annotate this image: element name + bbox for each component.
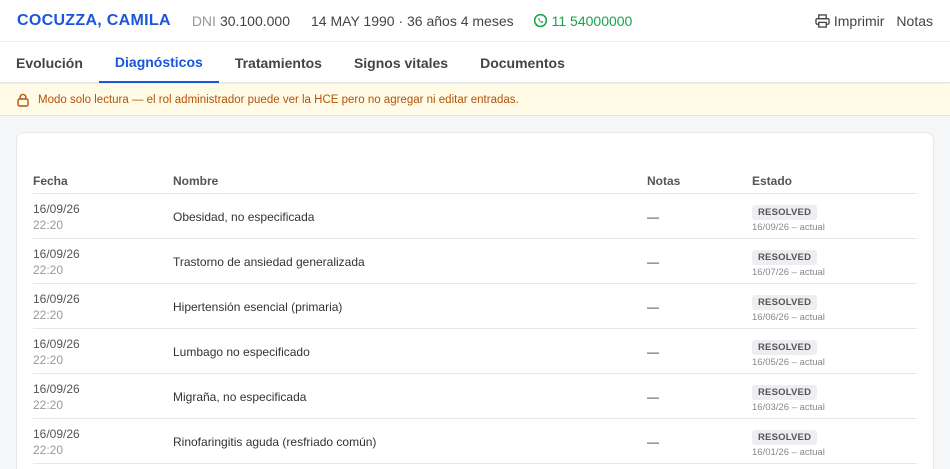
tab-documentos[interactable]: Documentos bbox=[464, 42, 581, 83]
row-diagnosis-name: Lumbago no especificado bbox=[173, 345, 310, 359]
table-row[interactable]: 16/09/26 22:20 Lumbago no especificado — RES… bbox=[33, 329, 917, 374]
tab-tratamientos[interactable]: Tratamientos bbox=[219, 42, 338, 83]
read-only-banner: Modo solo lectura — el rol administrador… bbox=[0, 84, 950, 116]
row-date: 16/09/26 22:20 bbox=[33, 201, 80, 233]
status-date-range: 16/07/26 – actual bbox=[752, 267, 825, 278]
status-date-range: 16/03/26 – actual bbox=[752, 402, 825, 413]
row-diagnosis-name: Rinofaringitis aguda (resfriado común) bbox=[173, 435, 377, 449]
row-notes: — bbox=[647, 435, 659, 449]
row-notes: — bbox=[647, 345, 659, 359]
dni-value: 30.100.000 bbox=[219, 12, 291, 29]
row-date-time: 22:20 bbox=[33, 308, 64, 322]
dni-label: DNI bbox=[191, 12, 216, 29]
row-date-time: 22:20 bbox=[33, 443, 64, 457]
column-header-nombre: Nombre bbox=[173, 174, 219, 188]
row-notes: — bbox=[647, 300, 659, 314]
status-badge: RESOLVED bbox=[752, 205, 818, 220]
diagnoses-card: Fecha Nombre Notas Estado 16/09/26 22:20 O… bbox=[16, 132, 934, 469]
column-header-estado: Estado bbox=[752, 174, 793, 188]
row-status: RESOLVED 16/01/26 – actual bbox=[752, 427, 825, 458]
print-label: Imprimir bbox=[833, 12, 885, 29]
row-date: 16/09/26 22:20 bbox=[33, 291, 80, 323]
row-date: 16/09/26 22:20 bbox=[33, 336, 80, 368]
row-date-time: 22:20 bbox=[33, 218, 64, 232]
table-row[interactable]: 16/09/26 22:20 Trastorno de ansiedad gener… bbox=[33, 239, 917, 284]
table-row[interactable]: 16/09/26 22:20 Obesidad, no especificada — R… bbox=[33, 194, 917, 239]
printer-icon bbox=[815, 13, 830, 28]
row-date-day: 16/09/26 bbox=[33, 382, 80, 396]
tab-diagnosticos[interactable]: Diagnósticos bbox=[98, 42, 219, 83]
status-badge: RESOLVED bbox=[752, 250, 818, 265]
row-date-time: 22:20 bbox=[33, 398, 64, 412]
status-date-range: 16/09/26 – actual bbox=[752, 222, 825, 233]
row-date: 16/09/26 22:20 bbox=[33, 246, 80, 278]
lock-icon bbox=[17, 93, 29, 107]
row-diagnosis-name: Migraña, no especificada bbox=[173, 390, 307, 404]
row-date-day: 16/09/26 bbox=[33, 427, 80, 441]
row-date: 16/09/26 22:20 bbox=[33, 426, 80, 458]
whatsapp-icon bbox=[533, 13, 547, 28]
table-row[interactable]: 16/09/26 22:20 Hipertensión esencial (prim… bbox=[33, 284, 917, 329]
row-notes: — bbox=[647, 210, 659, 224]
status-date-range: 16/01/26 – actual bbox=[752, 447, 825, 458]
row-date-time: 22:20 bbox=[33, 353, 64, 367]
tab-signos-vitales[interactable]: Signos vitales bbox=[338, 42, 464, 83]
status-badge: RESOLVED bbox=[752, 295, 818, 310]
status-badge: RESOLVED bbox=[752, 340, 818, 355]
row-status: RESOLVED 16/05/26 – actual bbox=[752, 337, 825, 368]
phone-number: 11 54000000 bbox=[551, 12, 633, 29]
status-date-range: 16/06/26 – actual bbox=[752, 312, 825, 323]
row-diagnosis-name: Trastorno de ansiedad generalizada bbox=[173, 255, 365, 269]
column-header-fecha: Fecha bbox=[33, 174, 68, 188]
patient-header: COCUZZA, CAMILA DNI 30.100.000 14 MAY 19… bbox=[0, 0, 950, 41]
status-badge: RESOLVED bbox=[752, 430, 818, 445]
tab-bar: Evolución Diagnósticos Tratamientos Sign… bbox=[0, 41, 950, 83]
notes-button[interactable]: Notas bbox=[896, 13, 933, 29]
row-date-day: 16/09/26 bbox=[33, 292, 80, 306]
row-date-day: 16/09/26 bbox=[33, 337, 80, 351]
column-header-notas: Notas bbox=[647, 174, 681, 188]
row-date-day: 16/09/26 bbox=[33, 247, 80, 261]
row-status: RESOLVED 16/06/26 – actual bbox=[752, 292, 825, 323]
row-diagnosis-name: Obesidad, no especificada bbox=[173, 210, 315, 224]
row-status: RESOLVED 16/09/26 – actual bbox=[752, 202, 825, 233]
row-date: 16/09/26 22:20 bbox=[33, 381, 80, 413]
print-button[interactable]: Imprimir bbox=[815, 12, 885, 29]
row-status: RESOLVED 16/03/26 – actual bbox=[752, 382, 825, 413]
row-diagnosis-name: Hipertensión esencial (primaria) bbox=[173, 300, 343, 314]
row-status: RESOLVED 16/07/26 – actual bbox=[752, 247, 825, 278]
table-row[interactable]: 16/09/26 22:20 Migraña, no especificada — RE… bbox=[33, 374, 917, 419]
banner-text: Modo solo lectura — el rol administrador… bbox=[38, 93, 519, 106]
tab-evolucion[interactable]: Evolución bbox=[0, 42, 99, 83]
status-badge: RESOLVED bbox=[752, 385, 818, 400]
row-date-day: 16/09/26 bbox=[33, 202, 80, 216]
whatsapp-link[interactable]: 11 54000000 bbox=[533, 12, 633, 29]
table-row[interactable]: 16/09/26 22:20 Rinofaringitis aguda (resfr… bbox=[33, 419, 917, 464]
row-notes: — bbox=[647, 390, 659, 404]
birth-info: 14 MAY 1990 · 36 años 4 meses bbox=[311, 12, 514, 29]
row-notes: — bbox=[647, 255, 659, 269]
patient-name: COCUZZA, CAMILA bbox=[17, 11, 171, 29]
row-date-time: 22:20 bbox=[33, 263, 64, 277]
status-date-range: 16/05/26 – actual bbox=[752, 357, 825, 368]
